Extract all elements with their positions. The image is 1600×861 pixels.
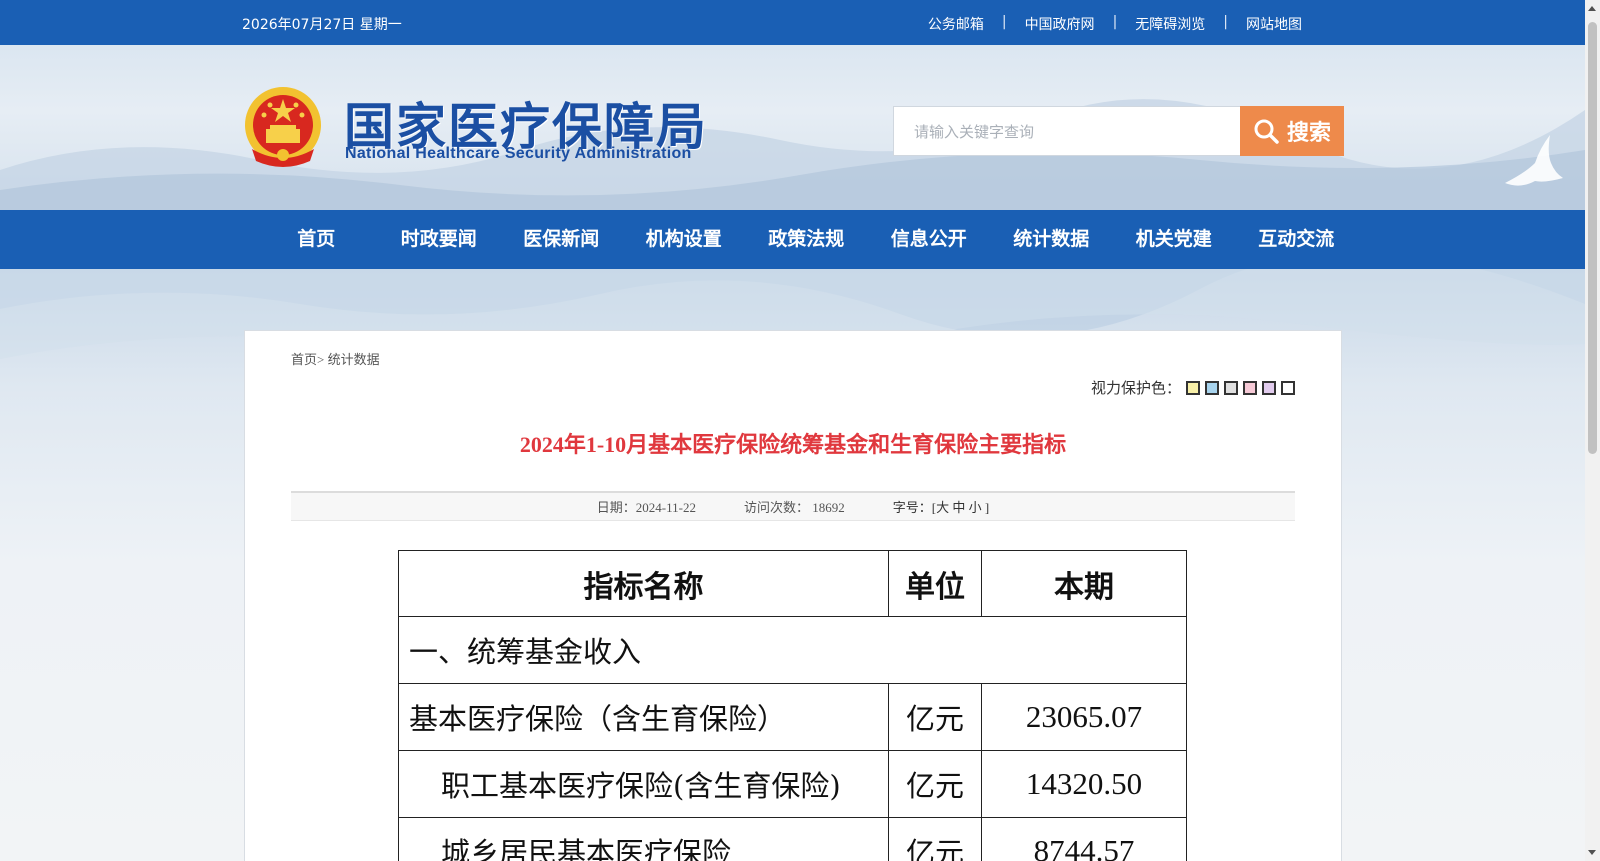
nav-item-party[interactable]: 机关党建 xyxy=(1113,210,1236,269)
visit-count-value: 18692 xyxy=(812,500,845,515)
color-swatch-pink[interactable] xyxy=(1243,380,1257,395)
nav-item-organization[interactable]: 机构设置 xyxy=(623,210,746,269)
separator: | xyxy=(1112,14,1118,30)
nav-item-news[interactable]: 医保新闻 xyxy=(500,210,623,269)
breadcrumb: 首页> 统计数据 xyxy=(291,349,380,368)
publish-date: 日期：2024-11-22 xyxy=(596,500,696,515)
font-size-large[interactable]: 大 xyxy=(936,500,949,515)
font-size-control: 字号：[大 中 小 ] xyxy=(893,497,989,516)
scroll-down-icon[interactable] xyxy=(1588,850,1596,855)
color-swatch-blue[interactable] xyxy=(1205,380,1219,395)
row-name: 基本医疗保险（含生育保险） xyxy=(398,683,889,751)
visit-count-label: 访问次数： xyxy=(743,500,809,515)
header-indicator: 指标名称 xyxy=(398,550,889,617)
search-icon xyxy=(1254,119,1279,144)
data-table: 指标名称 单位 本期 一、统筹基金收入 基本医疗保险（含生育保险） 亿元 230… xyxy=(398,550,1187,861)
content-panel: 首页> 统计数据 视力保护色： 2024年1-10月基本医疗保险统筹基金和生育保… xyxy=(244,330,1342,861)
national-emblem-icon xyxy=(245,87,321,167)
color-swatch-white[interactable] xyxy=(1281,380,1295,395)
scroll-up-icon[interactable] xyxy=(1588,6,1596,11)
article-meta: 日期：2024-11-22 访问次数： 18692 字号：[大 中 小 ] xyxy=(291,491,1295,521)
breadcrumb-current[interactable]: 统计数据 xyxy=(328,352,380,367)
nav-item-policy[interactable]: 政策法规 xyxy=(745,210,868,269)
header-current-period: 本期 xyxy=(981,550,1187,617)
nav-item-home[interactable]: 首页 xyxy=(255,210,378,269)
scroll-thumb[interactable] xyxy=(1588,22,1597,454)
site-header: 国家医疗保障局 National Healthcare Security Adm… xyxy=(0,45,1585,210)
top-bar: 2026年07月27日 星期一 公务邮箱 | 中国政府网 | 无障碍浏览 | 网… xyxy=(0,0,1585,45)
current-date: 2026年07月27日 星期一 xyxy=(242,17,402,33)
table-header-row: 指标名称 单位 本期 xyxy=(398,550,1187,617)
color-swatch-purple[interactable] xyxy=(1262,380,1276,395)
header-unit: 单位 xyxy=(888,550,982,617)
nav-item-interaction[interactable]: 互动交流 xyxy=(1235,210,1358,269)
eye-protection-label: 视力保护色： xyxy=(1090,381,1181,397)
color-swatch-gray[interactable] xyxy=(1224,380,1238,395)
breadcrumb-separator: > xyxy=(317,352,325,367)
article-title: 2024年1-10月基本医疗保险统筹基金和生育保险主要指标 xyxy=(519,432,1067,457)
visit-count: 访问次数： 18692 xyxy=(744,497,845,516)
row-value: 8744.57 xyxy=(981,817,1187,861)
mountain-background xyxy=(0,99,1585,210)
table-row: 基本医疗保险（含生育保险） 亿元 23065.07 xyxy=(398,683,1187,751)
link-official-email[interactable]: 公务邮箱 xyxy=(928,14,984,34)
eye-protection-colors: 视力保护色： xyxy=(1091,377,1295,398)
row-name: 城乡居民基本医疗保险 xyxy=(398,817,889,861)
link-gov-site[interactable]: 中国政府网 xyxy=(1025,14,1095,34)
dove-icon xyxy=(1505,135,1563,186)
font-size-label: 字号：[ xyxy=(892,500,937,515)
logo-title-en: National Healthcare Security Administrat… xyxy=(345,145,692,162)
nav-item-politics[interactable]: 时政要闻 xyxy=(378,210,501,269)
row-unit: 亿元 xyxy=(888,817,982,861)
font-size-close: ] xyxy=(984,500,990,515)
color-swatch-yellow[interactable] xyxy=(1186,380,1200,395)
row-value: 23065.07 xyxy=(981,683,1187,751)
breadcrumb-home[interactable]: 首页 xyxy=(291,352,317,367)
top-links: 公务邮箱 | 中国政府网 | 无障碍浏览 | 网站地图 xyxy=(928,14,1302,34)
page-scrollbar[interactable] xyxy=(1585,0,1600,861)
section-title: 一、统筹基金收入 xyxy=(398,616,1187,684)
table-section-row: 一、统筹基金收入 xyxy=(398,616,1187,684)
nav-item-statistics[interactable]: 统计数据 xyxy=(990,210,1113,269)
main-nav: 首页 时政要闻 医保新闻 机构设置 政策法规 信息公开 统计数据 机关党建 互动… xyxy=(0,210,1585,269)
separator: | xyxy=(1223,14,1228,30)
search-button[interactable]: 搜索 xyxy=(1240,106,1344,156)
row-unit: 亿元 xyxy=(888,750,982,818)
font-size-medium[interactable]: 中 xyxy=(952,500,965,515)
row-unit: 亿元 xyxy=(888,683,982,751)
table-row: 城乡居民基本医疗保险 亿元 8744.57 xyxy=(398,817,1187,861)
row-value: 14320.50 xyxy=(981,750,1187,818)
separator: | xyxy=(1001,14,1007,30)
link-accessibility[interactable]: 无障碍浏览 xyxy=(1135,14,1205,34)
row-name: 职工基本医疗保险(含生育保险) xyxy=(398,750,889,818)
nav-item-disclosure[interactable]: 信息公开 xyxy=(868,210,991,269)
font-size-small[interactable]: 小 xyxy=(969,500,982,515)
table-row: 职工基本医疗保险(含生育保险) 亿元 14320.50 xyxy=(398,750,1187,818)
search-button-label: 搜索 xyxy=(1286,121,1331,146)
search-input[interactable]: 请输入关键字查询 xyxy=(893,106,1241,156)
link-sitemap[interactable]: 网站地图 xyxy=(1246,14,1302,34)
